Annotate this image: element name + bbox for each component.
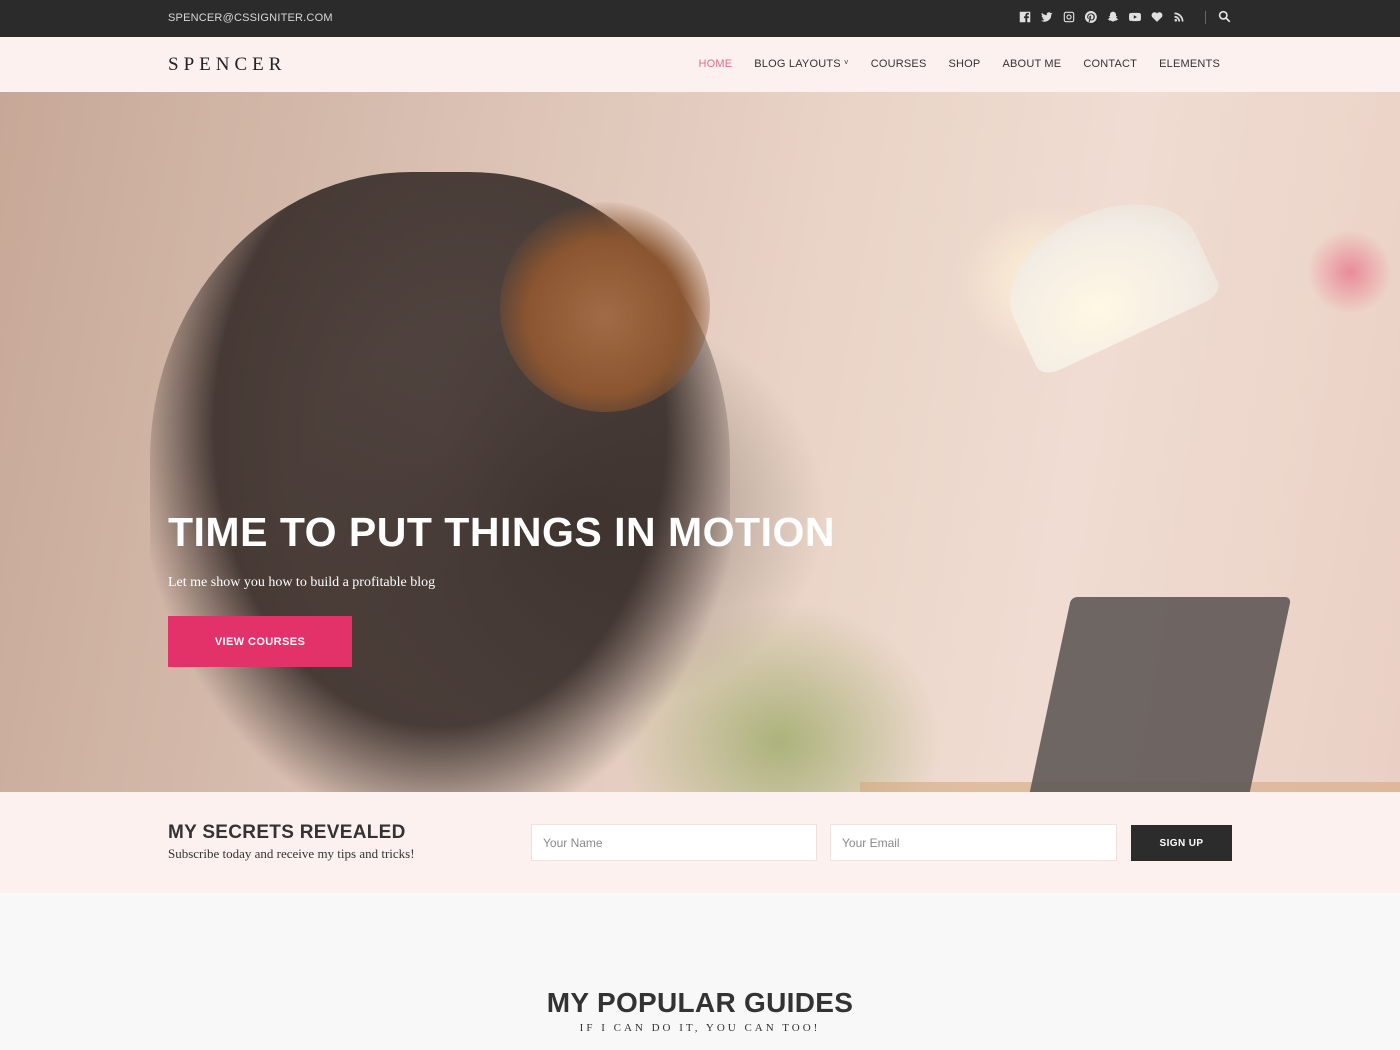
social-icons <box>1018 10 1186 24</box>
hero-content: TIME TO PUT THINGS IN MOTION Let me show… <box>168 512 835 667</box>
hero-image-lamp <box>986 175 1224 379</box>
email-link[interactable]: SPENCER@CSSIGNITER.COM <box>168 12 333 24</box>
subscribe-section: MY SECRETS REVEALED Subscribe today and … <box>0 792 1400 893</box>
site-header: SPENCER HOME BLOG LAYOUTS ˅ COURSES SHOP … <box>0 37 1400 92</box>
hero-subtitle: Let me show you how to build a profitabl… <box>168 575 436 590</box>
guides-title: MY POPULAR GUIDES <box>546 987 854 1018</box>
subscribe-title: MY SECRETS REVEALED <box>168 822 406 843</box>
search-icon[interactable] <box>1218 10 1232 24</box>
top-bar: SPENCER@CSSIGNITER.COM <box>0 0 1400 37</box>
name-field[interactable] <box>531 824 817 861</box>
rss-icon[interactable] <box>1172 10 1186 24</box>
nav-item-elements[interactable]: ELEMENTS <box>1159 58 1220 70</box>
facebook-icon[interactable] <box>1018 10 1032 24</box>
snapchat-icon[interactable] <box>1106 10 1120 24</box>
nav-item-shop[interactable]: SHOP <box>949 58 981 70</box>
nav-item-contact[interactable]: CONTACT <box>1083 58 1137 70</box>
pinterest-icon[interactable] <box>1084 10 1098 24</box>
chevron-down-icon: ˅ <box>843 57 849 67</box>
twitter-icon[interactable] <box>1040 10 1054 24</box>
subscribe-text: Subscribe today and receive my tips and … <box>168 846 415 861</box>
nav-item-label: BLOG LAYOUTS <box>754 58 841 70</box>
nav-item-about-me[interactable]: ABOUT ME <box>1002 58 1061 70</box>
guides-subtitle: IF I CAN DO IT, YOU CAN TOO! <box>579 1022 821 1034</box>
divider <box>1205 11 1206 24</box>
hero-image-laptop <box>1028 597 1292 792</box>
nav-item-home[interactable]: HOME <box>698 58 732 70</box>
site-logo[interactable]: SPENCER <box>168 54 286 76</box>
email-field[interactable] <box>830 824 1117 861</box>
nav-item-blog-layouts[interactable]: BLOG LAYOUTS ˅ <box>754 57 849 71</box>
hero-title: TIME TO PUT THINGS IN MOTION <box>168 509 835 555</box>
hero-image-head <box>500 202 710 412</box>
sign-up-button[interactable]: SIGN UP <box>1131 825 1232 861</box>
instagram-icon[interactable] <box>1062 10 1076 24</box>
hero-section: TIME TO PUT THINGS IN MOTION Let me show… <box>0 92 1400 792</box>
view-courses-button[interactable]: VIEW COURSES <box>168 616 352 667</box>
main-nav: HOME BLOG LAYOUTS ˅ COURSES SHOP ABOUT ME… <box>676 57 1220 71</box>
nav-item-courses[interactable]: COURSES <box>871 58 927 70</box>
youtube-icon[interactable] <box>1128 10 1142 24</box>
popular-guides-section: MY POPULAR GUIDES IF I CAN DO IT, YOU CA… <box>0 893 1400 1050</box>
heart-icon[interactable] <box>1150 10 1164 24</box>
